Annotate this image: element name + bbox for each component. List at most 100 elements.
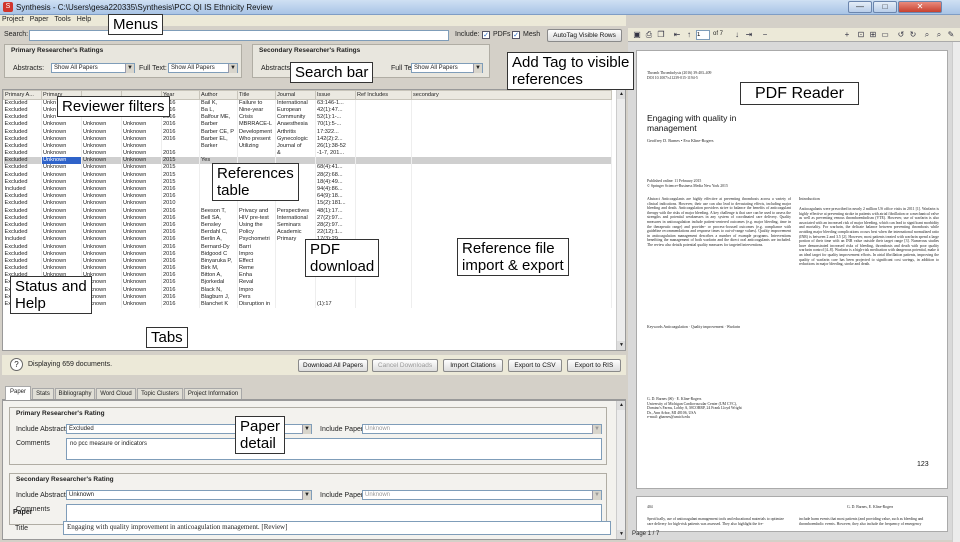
table-cell: Unknown xyxy=(41,214,82,222)
table-row[interactable]: ExcludedUnknownUnknownUnknown2016Black N… xyxy=(3,286,612,294)
search-icon[interactable]: ⌕ xyxy=(922,30,932,40)
comments-label: Comments xyxy=(16,440,50,447)
scroll-up-icon[interactable]: ▲ xyxy=(617,90,625,99)
column-header[interactable]: Issue xyxy=(315,90,356,100)
table-row[interactable]: Excluded Unknown Unknown Unknown 2015 28(2):6… xyxy=(3,171,612,179)
table-row[interactable]: Excluded Unknown Unknown Unknown 2016 Bell SA… xyxy=(3,214,612,222)
column-header[interactable]: Ref Includes xyxy=(355,90,412,100)
tab-stats[interactable]: Stats xyxy=(32,388,54,399)
table-cell xyxy=(411,286,612,294)
rotate-left-icon[interactable]: ↺ xyxy=(896,30,906,40)
scroll-down-icon[interactable]: ▼ xyxy=(617,530,625,539)
table-cell: Academic xyxy=(275,228,316,237)
help-icon[interactable]: ? xyxy=(10,358,23,371)
table-row[interactable]: Excluded Unknown Unknown Unknown 2016 Bensley… xyxy=(3,221,612,229)
menu-project[interactable]: Project xyxy=(0,15,26,24)
zoom-out-icon[interactable]: − xyxy=(760,30,770,40)
secondary-include-paper-select[interactable]: Unknown ▼ xyxy=(362,490,602,500)
table-row[interactable]: Excluded Unknown Unknown Unknown 2016 Barber … xyxy=(3,135,612,143)
tab-project-information[interactable]: Project Information xyxy=(184,388,242,399)
mesh-checkbox[interactable]: ✓ xyxy=(512,31,520,39)
minimize-button[interactable]: — xyxy=(848,1,872,13)
table-row[interactable]: Excluded Unknown Unknown Unknown 2016 Beeson … xyxy=(3,207,612,215)
table-row[interactable]: Excluded Unknown Unknown Unknown 2016 64(9):1… xyxy=(3,193,612,201)
secondary-include-abstract-select[interactable]: Unknown ▼ xyxy=(66,490,312,500)
column-header[interactable]: Primary A... xyxy=(3,90,42,100)
table-cell: Bidgood C xyxy=(199,250,238,258)
scroll-down-icon[interactable]: ▼ xyxy=(617,341,625,350)
table-row[interactable]: Excluded Unknown Unknown Unknown 2015 18(4):4… xyxy=(3,178,612,186)
autotag-button[interactable]: AutoTag Visible Rows xyxy=(547,29,622,42)
column-header[interactable]: Author xyxy=(199,90,238,100)
first-page-icon[interactable]: ⇤ xyxy=(672,30,682,40)
scroll-up-icon[interactable]: ▲ xyxy=(617,401,625,410)
secondary-comments-field[interactable] xyxy=(66,504,602,522)
table-cell xyxy=(355,214,412,222)
rotate-right-icon[interactable]: ↻ xyxy=(908,30,918,40)
cancel-downloads-button[interactable]: Cancel Downloads xyxy=(372,359,438,372)
table-row[interactable]: ExcludedUnknownUnknownUnknown2016Bjorked… xyxy=(3,279,612,287)
zoom-in-icon[interactable]: + xyxy=(842,30,852,40)
menu-tools[interactable]: Tools xyxy=(52,15,72,24)
table-cell: Unknown xyxy=(81,264,122,273)
table-cell: Reme xyxy=(237,264,276,273)
maximize-button[interactable]: □ xyxy=(873,1,897,13)
include-paper-select[interactable]: Unknown ▼ xyxy=(362,424,602,434)
fit-width-icon[interactable]: ⊞ xyxy=(868,30,878,40)
table-row[interactable]: Excluded Unknown Unknown Unknown 2015 Yes xyxy=(3,157,612,165)
next-page-icon[interactable]: ↓ xyxy=(732,30,742,40)
table-row[interactable]: Excluded Unknown Unknown Unknown 2015 68(4):4… xyxy=(3,164,612,172)
pdfs-checkbox[interactable]: ✓ xyxy=(482,31,490,39)
zoom-icon[interactable]: ⌕ xyxy=(934,30,944,40)
column-header[interactable]: secondary xyxy=(411,90,612,100)
comments-field[interactable]: no pcc measure or indicators xyxy=(66,438,602,460)
table-row[interactable]: Excluded Unknown Unknown Unknown 2016 Berdahl… xyxy=(3,228,612,237)
copy-icon[interactable]: ❐ xyxy=(656,30,666,40)
column-header[interactable]: Journal xyxy=(275,90,316,100)
pdf-scrollbar[interactable] xyxy=(952,42,960,542)
secondary-fulltext-select[interactable]: Show All Papers ▼ xyxy=(411,63,483,73)
table-scrollbar[interactable]: ▲ ▼ xyxy=(616,90,625,350)
download-all-button[interactable]: Download All Papers xyxy=(298,359,368,372)
import-citations-button[interactable]: Import Citations xyxy=(443,359,503,372)
single-page-icon[interactable]: ▭ xyxy=(880,30,890,40)
menu-paper[interactable]: Paper xyxy=(28,15,51,24)
table-cell: 2016 xyxy=(161,121,200,129)
tab-paper[interactable]: Paper xyxy=(5,386,31,400)
table-cell xyxy=(411,149,612,158)
tab-topic-clusters[interactable]: Topic Clusters xyxy=(137,388,183,399)
table-cell xyxy=(355,113,412,122)
page-number-input[interactable] xyxy=(696,30,710,40)
export-ris-button[interactable]: Export to RIS xyxy=(567,359,621,372)
table-row[interactable]: Excluded Unknown Unknown Unknown 2016 Barber M… xyxy=(3,121,612,129)
save-icon[interactable]: ▣ xyxy=(632,30,642,40)
detail-scrollbar[interactable]: ▲ ▼ xyxy=(616,401,625,539)
table-row[interactable]: ExcludedUnknownUnknownUnknown2016Blagbur… xyxy=(3,293,612,301)
primary-abstracts-select[interactable]: Show All Papers ▼ xyxy=(51,63,135,73)
print-icon[interactable]: ⎙ xyxy=(644,30,654,40)
table-row[interactable]: Excluded Unknown Unknown Unknown 2010 15(2):1… xyxy=(3,200,612,208)
table-cell xyxy=(355,178,412,186)
table-row[interactable]: ExcludedUnknownUnknownUnknown2016Blanche… xyxy=(3,300,612,309)
menu-bar: Project Paper Tools Help xyxy=(0,15,626,26)
table-row[interactable]: Excluded Unknown Unknown Unknown 2016 Barber … xyxy=(3,128,612,136)
table-cell xyxy=(355,286,412,294)
tab-word-cloud[interactable]: Word Cloud xyxy=(96,388,136,399)
table-row[interactable]: Excluded Unknown Unknown Unknown 2016 & -1-7, … xyxy=(3,149,612,158)
export-csv-button[interactable]: Export to CSV xyxy=(508,359,562,372)
fit-page-icon[interactable]: ⊡ xyxy=(856,30,866,40)
table-row[interactable]: Included Unknown Unknown Unknown 2016 94(4):8… xyxy=(3,185,612,194)
column-header[interactable]: Title xyxy=(237,90,276,100)
last-page-icon[interactable]: ⇥ xyxy=(744,30,754,40)
menu-help[interactable]: Help xyxy=(75,15,93,24)
annotate-icon[interactable]: ✎ xyxy=(946,30,956,40)
prev-page-icon[interactable]: ↑ xyxy=(684,30,694,40)
table-row[interactable]: Excluded Unknown Unknown Unknown Barker Utili… xyxy=(3,142,612,150)
tab-bibliography[interactable]: Bibliography xyxy=(55,388,95,399)
table-cell: 18(4):49... xyxy=(315,178,356,186)
close-button[interactable]: ✕ xyxy=(898,1,942,13)
primary-fulltext-select[interactable]: Show All Papers ▼ xyxy=(168,63,238,73)
search-input[interactable] xyxy=(29,30,449,41)
table-cell xyxy=(411,106,612,114)
paper-title-field[interactable]: Engaging with quality improvement in ant… xyxy=(63,521,611,535)
